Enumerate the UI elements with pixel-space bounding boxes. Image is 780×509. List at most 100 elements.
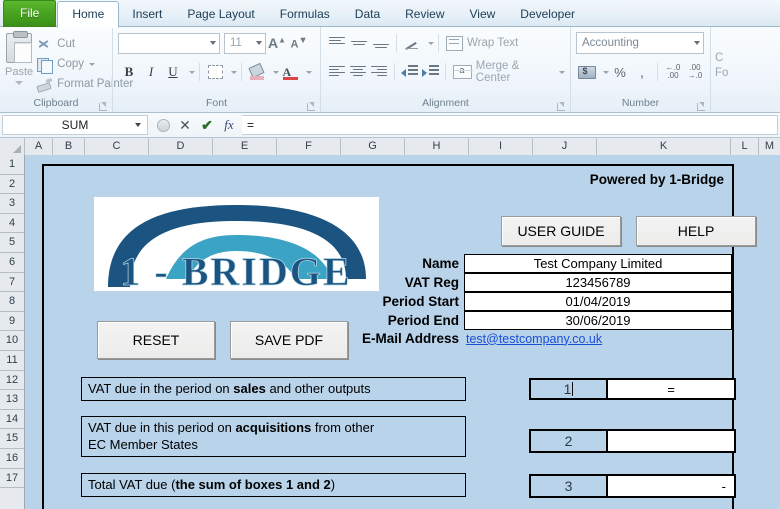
vat-reg-input[interactable]: 123456789 bbox=[464, 273, 732, 292]
row-header-2[interactable]: 2 bbox=[0, 175, 24, 195]
chevron-down-icon[interactable] bbox=[189, 71, 195, 74]
column-header-f[interactable]: F bbox=[277, 138, 341, 155]
tab-view[interactable]: View bbox=[458, 1, 508, 27]
chevron-down-icon[interactable] bbox=[231, 71, 237, 74]
select-all-corner-button[interactable] bbox=[0, 138, 25, 155]
cancel-formula-button[interactable]: ✕ bbox=[174, 115, 196, 135]
comma-style-button[interactable]: , bbox=[631, 61, 653, 83]
row-header-9[interactable]: 9 bbox=[0, 312, 24, 332]
column-header-g[interactable]: G bbox=[341, 138, 405, 155]
italic-button[interactable]: I bbox=[140, 62, 162, 83]
chevron-down-icon[interactable] bbox=[15, 81, 23, 85]
user-guide-button[interactable]: USER GUIDE bbox=[501, 216, 621, 246]
row-header-8[interactable]: 8 bbox=[0, 292, 24, 312]
column-header-j[interactable]: J bbox=[533, 138, 597, 155]
tab-home[interactable]: Home bbox=[57, 1, 119, 28]
name-box[interactable]: SUM bbox=[2, 115, 148, 135]
grow-font-button[interactable]: A▲ bbox=[266, 32, 288, 54]
column-header-a[interactable]: A bbox=[25, 138, 53, 155]
chevron-down-icon[interactable] bbox=[428, 42, 434, 45]
increase-indent-button[interactable] bbox=[420, 61, 441, 83]
increase-decimal-button[interactable]: ←.0.00 bbox=[662, 61, 684, 83]
column-header-e[interactable]: E bbox=[213, 138, 277, 155]
name-input[interactable]: Test Company Limited bbox=[464, 254, 732, 273]
tab-page-layout[interactable]: Page Layout bbox=[175, 1, 266, 27]
column-header-h[interactable]: H bbox=[405, 138, 469, 155]
tab-review[interactable]: Review bbox=[393, 1, 456, 27]
wrap-text-button[interactable]: Wrap Text bbox=[443, 32, 518, 54]
row-header-15[interactable]: 15 bbox=[0, 429, 24, 449]
column-header-m[interactable]: M bbox=[759, 138, 780, 155]
period-start-input[interactable]: 01/04/2019 bbox=[464, 292, 732, 311]
row-header-7[interactable]: 7 bbox=[0, 273, 24, 293]
email-link[interactable]: test@testcompany.co.uk bbox=[464, 332, 602, 346]
confirm-formula-button[interactable]: ✔ bbox=[196, 115, 218, 135]
decrease-decimal-button[interactable]: .00→.0 bbox=[684, 61, 706, 83]
tab-data[interactable]: Data bbox=[343, 1, 392, 27]
align-bottom-button[interactable] bbox=[370, 32, 392, 54]
underline-button[interactable]: U bbox=[162, 62, 184, 83]
help-button[interactable]: HELP bbox=[636, 216, 756, 246]
column-header-b[interactable]: B bbox=[53, 138, 85, 155]
alignment-dialog-launcher-icon[interactable] bbox=[557, 102, 566, 111]
chevron-down-icon[interactable] bbox=[256, 41, 262, 45]
chevron-down-icon[interactable] bbox=[694, 41, 700, 45]
tab-insert[interactable]: Insert bbox=[120, 1, 174, 27]
column-header-c[interactable]: C bbox=[85, 138, 149, 155]
column-header-k[interactable]: K bbox=[597, 138, 731, 155]
align-middle-button[interactable] bbox=[348, 32, 370, 54]
insert-function-icon[interactable]: fx bbox=[218, 115, 240, 135]
number-dialog-launcher-icon[interactable] bbox=[697, 102, 706, 111]
row-header-12[interactable]: 12 bbox=[0, 371, 24, 391]
row-header-5[interactable]: 5 bbox=[0, 233, 24, 253]
vat-box-2-value[interactable] bbox=[608, 429, 736, 453]
vat-box-3-value[interactable]: - bbox=[608, 474, 736, 498]
chevron-down-icon[interactable] bbox=[210, 41, 216, 45]
insert-function-round-button[interactable] bbox=[152, 115, 174, 135]
chevron-down-icon[interactable] bbox=[89, 63, 95, 66]
row-header-13[interactable]: 13 bbox=[0, 390, 24, 410]
number-format-select[interactable]: Accounting bbox=[576, 32, 704, 54]
font-size-input[interactable]: 11 bbox=[224, 33, 266, 54]
align-left-button[interactable] bbox=[326, 61, 347, 83]
reset-button[interactable]: RESET bbox=[97, 321, 215, 359]
vat-box-1-number[interactable]: 1 bbox=[529, 378, 608, 400]
font-dialog-launcher-icon[interactable] bbox=[307, 102, 316, 111]
row-header-11[interactable]: 11 bbox=[0, 351, 24, 371]
font-name-input[interactable] bbox=[118, 33, 220, 54]
percent-style-button[interactable]: % bbox=[609, 61, 631, 83]
column-header-d[interactable]: D bbox=[149, 138, 213, 155]
row-header-3[interactable]: 3 bbox=[0, 194, 24, 214]
decrease-indent-button[interactable] bbox=[399, 61, 420, 83]
chevron-down-icon[interactable] bbox=[306, 71, 312, 74]
formula-input[interactable]: = bbox=[242, 115, 778, 135]
row-header-4[interactable]: 4 bbox=[0, 214, 24, 234]
row-header-17[interactable]: 17 bbox=[0, 469, 24, 489]
accounting-format-button[interactable] bbox=[576, 61, 598, 83]
sheet-area[interactable]: Powered by 1-Bridge 1 - BRIDGE USER GUID… bbox=[25, 155, 780, 509]
vat-box-2-number[interactable]: 2 bbox=[529, 429, 608, 453]
period-end-input[interactable]: 30/06/2019 bbox=[464, 311, 732, 330]
font-color-button[interactable]: A bbox=[279, 61, 301, 83]
paste-button[interactable]: Paste bbox=[5, 31, 33, 85]
row-header-16[interactable]: 16 bbox=[0, 449, 24, 469]
merge-and-center-button[interactable]: Merge & Center bbox=[450, 61, 565, 83]
vat-box-1-value[interactable]: = bbox=[608, 378, 736, 400]
align-top-button[interactable] bbox=[326, 32, 348, 54]
row-header-10[interactable]: 10 bbox=[0, 331, 24, 351]
row-header-6[interactable]: 6 bbox=[0, 253, 24, 273]
orientation-button[interactable] bbox=[401, 32, 423, 54]
column-header-l[interactable]: L bbox=[731, 138, 759, 155]
column-header-i[interactable]: I bbox=[469, 138, 533, 155]
borders-button[interactable] bbox=[204, 61, 226, 83]
align-right-button[interactable] bbox=[369, 61, 390, 83]
chevron-down-icon[interactable] bbox=[559, 71, 565, 74]
row-header-14[interactable]: 14 bbox=[0, 410, 24, 430]
tab-file[interactable]: File bbox=[3, 0, 56, 27]
vat-box-3-number[interactable]: 3 bbox=[529, 474, 608, 498]
align-center-button[interactable] bbox=[347, 61, 368, 83]
tab-formulas[interactable]: Formulas bbox=[268, 1, 342, 27]
shrink-font-button[interactable]: A▼ bbox=[288, 32, 310, 54]
bold-button[interactable]: B bbox=[118, 62, 140, 83]
fill-color-button[interactable] bbox=[246, 61, 268, 83]
